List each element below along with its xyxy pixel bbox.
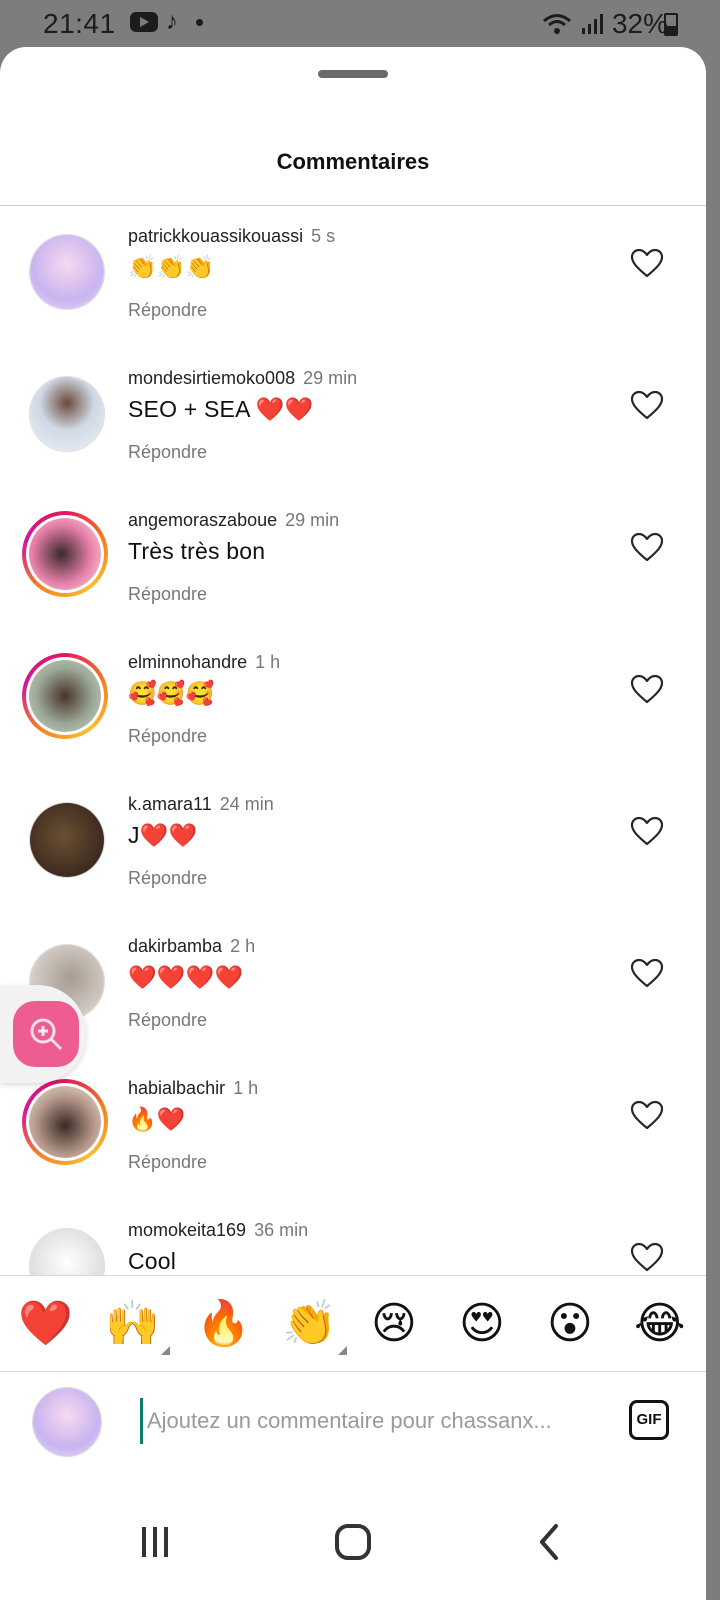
back-icon[interactable]	[520, 1512, 580, 1572]
comment-input[interactable]	[140, 1398, 617, 1444]
comment-composer: GIF	[0, 1372, 706, 1472]
comment-avatar[interactable]	[29, 802, 105, 878]
heart-outline-icon[interactable]	[630, 674, 664, 704]
username-text[interactable]: patrickkouassikouassi	[128, 226, 303, 246]
more-notifications-dot-icon	[196, 18, 203, 26]
heart-eyes-emoji-button[interactable]: 😍	[459, 1297, 505, 1351]
comment-username[interactable]: elminnohandre 1 h	[128, 652, 280, 673]
comments-sheet: Commentaires patrickkouassikouassi 5 s 👏👏…	[0, 47, 706, 1600]
raised-hands-emoji-button[interactable]: 🙌	[105, 1297, 170, 1355]
comment-avatar[interactable]	[29, 376, 105, 452]
comment-item[interactable]: dakirbamba 2 h ❤️❤️❤️❤️ Répondre	[0, 916, 706, 1058]
comment-timestamp: 2 h	[230, 936, 256, 956]
comment-username[interactable]: k.amara11 24 min	[128, 794, 274, 815]
battery-percent: 32%	[611, 8, 668, 39]
comment-timestamp: 29 min	[285, 510, 340, 530]
reply-button[interactable]: Répondre	[128, 442, 207, 463]
status-bar: 21:41 ♪ 32%	[0, 0, 720, 48]
divider	[0, 1275, 706, 1276]
zoom-bubble-icon	[13, 1001, 79, 1067]
comment-timestamp: 5 s	[311, 226, 336, 246]
reply-button[interactable]: Répondre	[128, 300, 207, 321]
comment-avatar[interactable]	[22, 653, 108, 739]
username-text[interactable]: angemoraszaboue	[128, 510, 277, 530]
comment-username[interactable]: momokeita169 36 min	[128, 1220, 308, 1241]
comments-list[interactable]: patrickkouassikouassi 5 s 👏👏👏 Répondre mo…	[0, 206, 706, 1276]
comment-timestamp: 29 min	[303, 368, 358, 388]
username-text[interactable]: k.amara11	[128, 794, 212, 814]
heart-outline-icon[interactable]	[630, 248, 664, 278]
comment-avatar[interactable]	[22, 511, 108, 597]
heart-outline-icon[interactable]	[630, 958, 664, 988]
comment-username[interactable]: mondesirtiemoko008 29 min	[128, 368, 357, 389]
comment-avatar[interactable]	[22, 1079, 108, 1165]
reply-button[interactable]: Répondre	[128, 726, 207, 747]
comment-username[interactable]: patrickkouassikouassi 5 s	[128, 226, 335, 247]
comment-item[interactable]: k.amara11 24 min J❤️❤️ Répondre	[0, 774, 706, 916]
heart-emoji-button[interactable]: ❤️	[18, 1297, 73, 1351]
comment-text: Cool	[128, 1248, 177, 1274]
gif-button[interactable]: GIF	[629, 1400, 669, 1440]
comment-text: Très très bon	[128, 538, 266, 564]
status-time: 21:41	[43, 8, 116, 39]
heart-outline-icon[interactable]	[630, 390, 664, 420]
surprised-emoji-button[interactable]: 😮	[547, 1297, 593, 1351]
comment-item[interactable]: elminnohandre 1 h 🥰🥰🥰 Répondre	[0, 632, 706, 774]
comment-timestamp: 1 h	[233, 1078, 259, 1098]
comment-username[interactable]: dakirbamba 2 h	[128, 936, 255, 957]
comment-item[interactable]: momokeita16936 min Cool Répondre	[0, 1200, 706, 1276]
heart-outline-icon[interactable]	[630, 816, 664, 846]
username-text[interactable]: momokeita169	[128, 1220, 246, 1240]
heart-outline-icon[interactable]	[630, 1100, 664, 1130]
comment-timestamp: 24 min	[219, 794, 274, 814]
comment-avatar[interactable]	[29, 234, 105, 310]
comment-text: SEO + SEA ❤️❤️	[128, 396, 314, 422]
status-notification-icons: ♪	[130, 8, 203, 35]
system-navigation-bar	[0, 1482, 706, 1600]
tiktok-icon: ♪	[166, 8, 178, 35]
fire-emoji-button[interactable]: 🔥	[196, 1297, 251, 1351]
home-icon[interactable]	[323, 1512, 383, 1572]
heart-outline-icon[interactable]	[630, 532, 664, 562]
username-text[interactable]: elminnohandre	[128, 652, 247, 672]
comment-text: ❤️❤️❤️❤️	[128, 964, 244, 990]
comment-timestamp: 36 min	[254, 1220, 309, 1240]
comment-item[interactable]: angemoraszaboue 29 min Très très bon Répo…	[0, 490, 706, 632]
sheet-title: Commentaires	[276, 149, 430, 174]
clapping-emoji-button[interactable]: 👏	[282, 1297, 347, 1355]
reply-button[interactable]: Répondre	[128, 1010, 207, 1031]
comment-text: 👏👏👏	[128, 254, 215, 280]
battery-icon	[664, 13, 678, 36]
comment-username[interactable]: habialbachir 1 h	[128, 1078, 258, 1099]
comment-timestamp: 1 h	[255, 652, 281, 672]
my-avatar	[32, 1387, 102, 1457]
crying-emoji-button[interactable]: 😢	[371, 1297, 417, 1351]
wifi-icon	[542, 14, 571, 34]
comment-item[interactable]: mondesirtiemoko008 29 min SEO + SEA ❤️❤️ …	[0, 348, 706, 490]
variant-indicator	[160, 1346, 170, 1355]
heart-outline-icon[interactable]	[630, 1242, 664, 1272]
laughing-emoji-button[interactable]: 😂	[634, 1297, 685, 1351]
username-text[interactable]: mondesirtiemoko008	[128, 368, 295, 388]
reply-button[interactable]: Répondre	[128, 1152, 207, 1173]
quick-reaction-bar: ❤️ 🙌 🔥 👏 😢 😍 😮 😂	[0, 1277, 706, 1372]
youtube-icon	[130, 12, 158, 32]
signal-icon	[581, 14, 603, 34]
reply-button[interactable]: Répondre	[128, 868, 207, 889]
comment-item[interactable]: habialbachir 1 h 🔥❤️ Répondre	[0, 1058, 706, 1200]
status-right: 32%	[542, 8, 668, 40]
username-text[interactable]: dakirbamba	[128, 936, 222, 956]
sheet-drag-handle[interactable]	[318, 70, 388, 78]
comment-avatar[interactable]	[29, 1228, 105, 1276]
comment-text: 🔥❤️	[128, 1106, 186, 1132]
comment-text: J❤️❤️	[128, 822, 198, 848]
comment-text: 🥰🥰🥰	[128, 680, 215, 706]
comment-item[interactable]: patrickkouassikouassi 5 s 👏👏👏 Répondre	[0, 206, 706, 348]
comment-username[interactable]: angemoraszaboue 29 min	[128, 510, 339, 531]
variant-indicator	[337, 1346, 347, 1355]
recent-apps-icon[interactable]	[125, 1512, 185, 1572]
username-text[interactable]: habialbachir	[128, 1078, 225, 1098]
reply-button[interactable]: Répondre	[128, 584, 207, 605]
